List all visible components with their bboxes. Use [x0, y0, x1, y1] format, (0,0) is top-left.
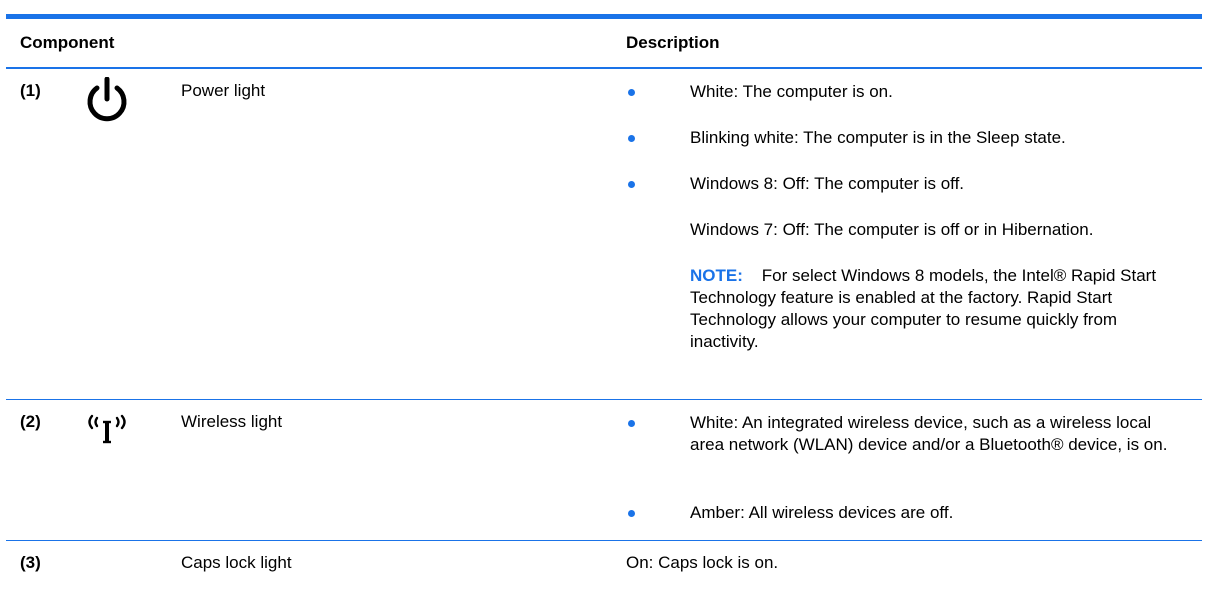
component-table: Component Description (1) Power light Wh… — [6, 14, 1202, 585]
table-row: (1) Power light White: The computer is o… — [6, 69, 1202, 400]
extra-paragraph: Windows 7: Off: The computer is off or i… — [690, 220, 1094, 239]
note-text: For select Windows 8 models, the Intel® … — [690, 266, 1157, 351]
bullet-icon — [628, 89, 635, 96]
table-header: Component Description — [6, 19, 1202, 69]
bullet-icon — [628, 135, 635, 142]
component-label: Wireless light — [181, 412, 283, 431]
bullet-icon — [628, 420, 635, 427]
table-row: (3) Caps lock light On: Caps lock is on. — [6, 541, 1202, 585]
row-number: (1) — [20, 81, 41, 100]
bullet-icon — [628, 181, 635, 188]
row-description: On: Caps lock is on. — [626, 553, 779, 572]
header-description: Description — [626, 33, 720, 52]
note-label: NOTE: — [690, 266, 743, 285]
header-component: Component — [20, 33, 115, 52]
component-label: Caps lock light — [181, 553, 292, 572]
note-paragraph: NOTE: For select Windows 8 models, the I… — [690, 265, 1180, 353]
table-row: (2) Wireless light White: An integrated … — [6, 400, 1202, 541]
row-number: (3) — [20, 553, 41, 572]
row-number: (2) — [20, 412, 41, 431]
component-label: Power light — [181, 81, 266, 100]
bullet-icon — [628, 510, 635, 517]
power-icon — [84, 76, 130, 130]
wireless-icon — [84, 410, 130, 451]
